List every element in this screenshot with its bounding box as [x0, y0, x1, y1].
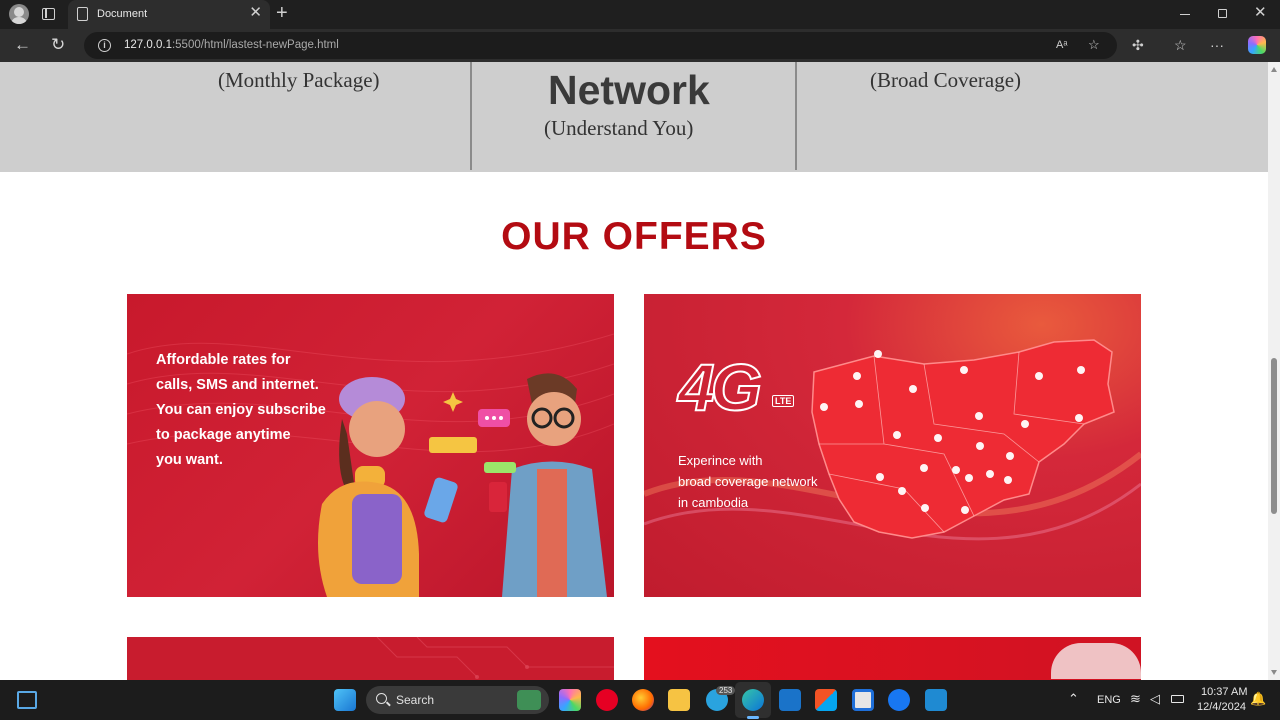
offer-card-3[interactable]	[127, 637, 614, 680]
offer-card-rates[interactable]: Affordable rates for calls, SMS and inte…	[127, 294, 614, 597]
wifi-icon[interactable]: ≋	[1130, 691, 1141, 707]
volume-icon[interactable]: ◁	[1150, 691, 1160, 707]
understand-you-label: (Understand You)	[544, 116, 694, 140]
monthly-package-label: (Monthly Package)	[218, 68, 380, 92]
tab-actions-icon[interactable]	[42, 8, 55, 20]
4g-logo: 4G	[677, 350, 763, 424]
offer-4g-line: Experince with	[678, 453, 763, 468]
url-host: 127.0.0.1	[124, 39, 172, 51]
tab-title: Document	[97, 8, 148, 20]
woman-figure	[318, 377, 458, 597]
offer-rates-line: You can enjoy subscribe	[156, 402, 326, 418]
widgets-icon[interactable]	[17, 691, 37, 709]
back-icon[interactable]: ←	[14, 35, 31, 55]
address-bar: ← ↻ i 127.0.0.1:5500/html/lastest-newPag…	[0, 29, 1280, 62]
profile-avatar-icon[interactable]	[9, 4, 29, 24]
broad-coverage-label: (Broad Coverage)	[870, 68, 1022, 92]
windows-taskbar: Search 253 ⌃ ENG ≋ ◁ 10:37 AM 12/4/2024 …	[0, 680, 1280, 720]
feature-divider	[470, 62, 472, 170]
clock-time[interactable]: 10:37 AM	[1201, 686, 1247, 698]
store-icon[interactable]	[815, 689, 837, 711]
lte-badge: LTE	[772, 395, 795, 407]
offer-rates-text: Affordable rates for calls, SMS and inte…	[156, 348, 326, 473]
url-text[interactable]: 127.0.0.1:5500/html/lastest-newPage.html	[124, 39, 339, 51]
feature-band: (Monthly Package) Network (Understand Yo…	[0, 62, 1268, 172]
circuit-pattern	[376, 637, 614, 679]
more-menu-icon[interactable]: ···	[1210, 36, 1224, 54]
show-hidden-icons-icon[interactable]: ⌃	[1068, 691, 1079, 707]
search-label: Search	[396, 693, 435, 707]
active-indicator	[747, 716, 759, 719]
offer-card-4[interactable]	[644, 637, 1141, 680]
facebook-icon[interactable]	[888, 689, 910, 711]
taskbar-search[interactable]: Search	[366, 686, 549, 714]
vscode-icon[interactable]	[925, 689, 947, 711]
media-app-icon[interactable]	[852, 689, 874, 711]
pinterest-icon[interactable]	[596, 689, 618, 711]
scroll-up-icon[interactable]	[1271, 67, 1277, 72]
battery-icon[interactable]	[1171, 695, 1184, 703]
offer-card-4g[interactable]: 4G LTE Experince with broad coverage net…	[644, 294, 1141, 597]
language-indicator[interactable]: ENG	[1097, 694, 1121, 706]
browser-tab-bar: Document ✕ + ✕	[0, 0, 1280, 29]
firefox-icon[interactable]	[632, 689, 654, 711]
maximize-icon[interactable]	[1218, 9, 1227, 18]
browser-tab[interactable]: Document ✕	[68, 0, 270, 29]
refresh-icon[interactable]: ↻	[51, 35, 65, 55]
scroll-down-icon[interactable]	[1271, 670, 1277, 675]
offer-rates-line: calls, SMS and internet.	[156, 377, 319, 393]
mail-icon[interactable]	[779, 689, 801, 711]
notification-bell-icon[interactable]: 🔔	[1250, 691, 1266, 707]
favorites-icon[interactable]: ☆	[1174, 36, 1187, 54]
close-tab-icon[interactable]: ✕	[249, 5, 262, 21]
offer-rates-line: to package anytime	[156, 427, 291, 443]
start-icon[interactable]	[334, 689, 356, 711]
extensions-icon[interactable]: ✣	[1132, 36, 1144, 54]
scroll-thumb[interactable]	[1271, 358, 1277, 514]
man-figure	[489, 373, 607, 597]
feature-divider	[795, 62, 797, 170]
url-field[interactable]: i 127.0.0.1:5500/html/lastest-newPage.ht…	[84, 32, 1117, 59]
offer-4g-text: Experince with broad coverage network in…	[678, 450, 817, 513]
site-info-icon[interactable]: i	[98, 39, 111, 52]
cloud-graphic	[1051, 643, 1141, 679]
new-tab-icon[interactable]: +	[276, 3, 288, 23]
url-path: :5500/html/lastest-newPage.html	[171, 39, 339, 51]
offer-4g-line: broad coverage network	[678, 474, 818, 489]
copilot-icon[interactable]	[1248, 36, 1266, 54]
edge-icon[interactable]	[742, 689, 764, 711]
coverage-map-illustration	[644, 339, 1141, 541]
offer-rates-line: Affordable rates for	[156, 352, 291, 368]
close-window-icon[interactable]: ✕	[1254, 5, 1267, 21]
offer-rates-line: you want.	[156, 452, 223, 468]
network-title: Network	[548, 67, 710, 113]
favorite-star-icon[interactable]: ☆	[1088, 37, 1100, 53]
search-highlight-icon	[517, 690, 541, 710]
minimize-icon[interactable]	[1180, 14, 1190, 15]
file-explorer-icon[interactable]	[668, 689, 690, 711]
telegram-badge: 253	[716, 686, 736, 695]
page-scrollbar[interactable]	[1268, 62, 1280, 680]
copilot-app-icon[interactable]	[559, 689, 581, 711]
page-viewport: (Monthly Package) Network (Understand Yo…	[0, 62, 1268, 680]
search-icon	[376, 693, 387, 704]
document-icon	[77, 7, 88, 21]
clock-date[interactable]: 12/4/2024	[1197, 701, 1246, 713]
offer-4g-line: in cambodia	[678, 495, 749, 510]
read-aloud-icon[interactable]: Aᵃ	[1056, 39, 1067, 51]
offers-heading: OUR OFFERS	[501, 215, 767, 258]
